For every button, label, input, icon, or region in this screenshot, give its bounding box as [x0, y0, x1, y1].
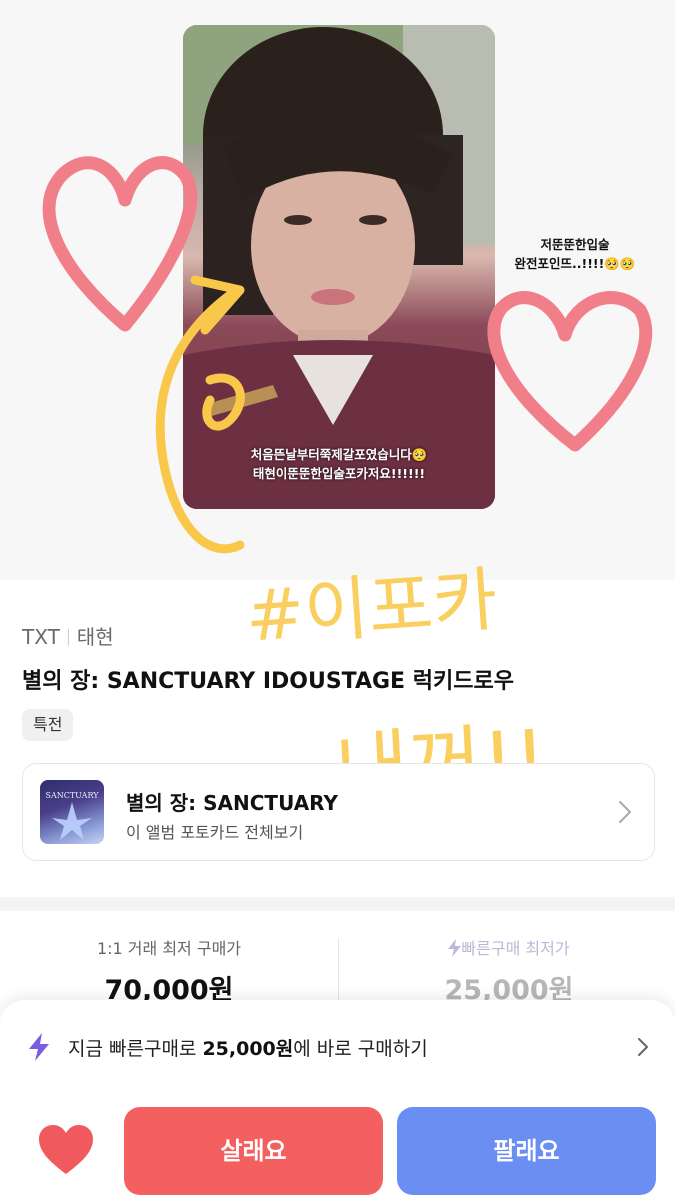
quick-buy-amount: 25,000원 — [202, 1038, 294, 1060]
price-divider — [338, 938, 339, 1002]
album-thumb-text: SANCTUARY — [45, 791, 99, 800]
side-note-line2: 완전포인뜨..!!!!🥺🥺 — [514, 256, 636, 271]
meta-divider — [67, 629, 69, 646]
benefit-tag: 특전 — [22, 709, 74, 741]
product-meta: TXT 태현 — [22, 621, 114, 650]
favorite-heart-icon[interactable] — [37, 1124, 95, 1176]
product-title: 별의 장: SANCTUARY IDOUSTAGE 럭키드로우 — [22, 669, 514, 694]
album-name: 별의 장: SANCTUARY — [126, 791, 338, 815]
price-quick-label: 빠른구매 최저가 — [344, 935, 674, 959]
lightning-icon — [29, 1033, 49, 1061]
album-art-icon: SANCTUARY — [45, 791, 99, 840]
quick-buy-prefix: 지금 빠른구매로 — [68, 1038, 203, 1060]
quick-buy-suffix: 에 바로 구매하기 — [293, 1038, 428, 1060]
section-divider — [0, 897, 675, 911]
chevron-right-icon — [619, 801, 631, 823]
bottom-action-sheet: 지금 빠른구매로 25,000원에 바로 구매하기 살래요 팔래요 — [0, 1000, 675, 1200]
member-name[interactable]: 태현 — [77, 625, 114, 649]
price-quick-label-text: 빠른구매 최저가 — [461, 939, 570, 958]
photo-card-image[interactable]: 처음뜬날부터쭉제갈포였습니다🥺 태현이뚠뚠한입술포카저요!!!!!! — [183, 25, 495, 509]
quick-buy-text: 지금 빠른구매로 25,000원에 바로 구매하기 — [68, 1034, 428, 1061]
album-link-card[interactable]: SANCTUARY 별의 장: SANCTUARY 이 앨범 포토카드 전체보기 — [22, 763, 655, 861]
price-quick: 빠른구매 최저가 25,000원 — [344, 935, 674, 1007]
quick-buy-row[interactable]: 지금 빠른구매로 25,000원에 바로 구매하기 — [28, 1030, 653, 1064]
side-note-line1: 저뚠뚠한입술 — [540, 237, 610, 252]
photo-caption-line2: 태현이뚠뚠한입술포카저요!!!!!! — [252, 466, 426, 481]
photo-card-picture — [183, 25, 495, 509]
lightning-icon — [448, 939, 462, 957]
price-1to1-label: 1:1 거래 최저 구매가 — [96, 939, 242, 958]
chevron-right-icon — [638, 1038, 648, 1056]
album-subtitle: 이 앨범 포토카드 전체보기 — [126, 823, 304, 842]
sell-button[interactable]: 팔래요 — [397, 1107, 656, 1195]
group-name[interactable]: TXT — [22, 625, 60, 649]
album-thumbnail: SANCTUARY — [40, 780, 104, 844]
price-1to1: 1:1 거래 최저 구매가 70,000원 — [4, 935, 334, 1007]
buy-button[interactable]: 살래요 — [124, 1107, 383, 1195]
photo-caption-line1: 처음뜬날부터쭉제갈포였습니다🥺 — [250, 447, 428, 462]
photo-card-hero: 처음뜬날부터쭉제갈포였습니다🥺 태현이뚠뚠한입술포카저요!!!!!! 저뚠뚠한입… — [0, 0, 675, 580]
